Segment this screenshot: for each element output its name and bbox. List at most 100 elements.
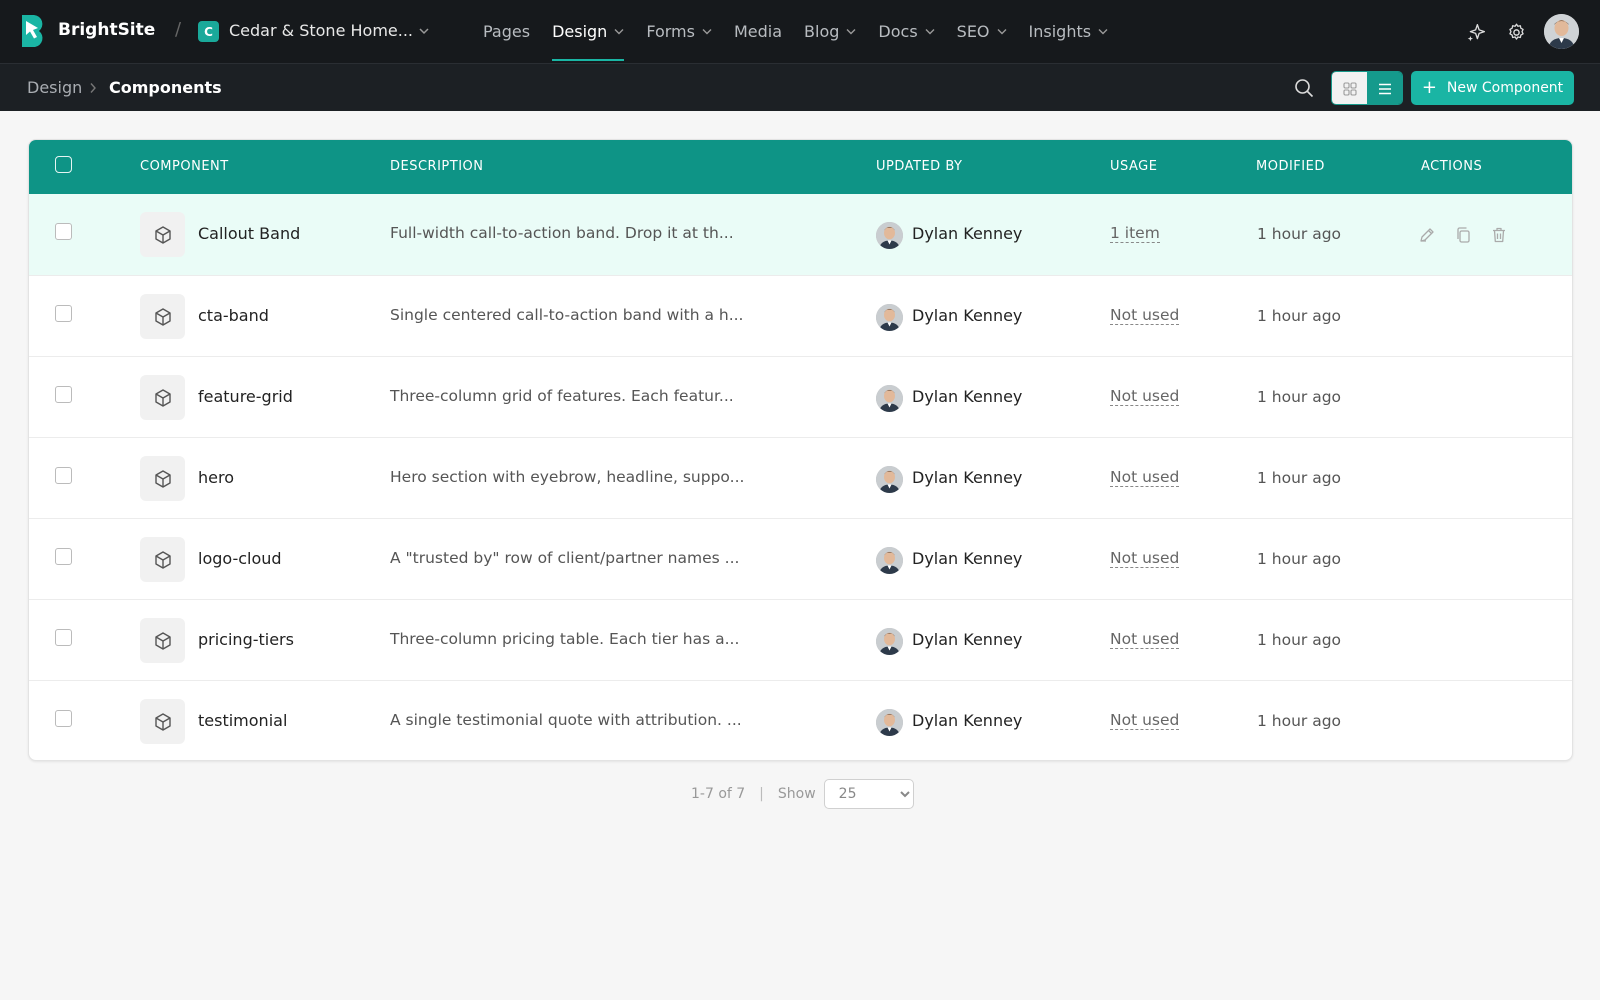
top-bar: BrightSite / C Cedar & Stone Home... Pag… (0, 0, 1600, 63)
nav-item-pages[interactable]: Pages (472, 0, 541, 63)
nav-item-media[interactable]: Media (723, 0, 793, 63)
updated-by-name: Dylan Kenney (912, 387, 1023, 406)
breadcrumb-parent[interactable]: Design (27, 78, 82, 97)
row-checkbox[interactable] (55, 629, 72, 646)
updated-by-name: Dylan Kenney (912, 306, 1023, 325)
list-view-button[interactable] (1367, 72, 1402, 104)
table-row[interactable]: hero Hero section with eyebrow, headline… (29, 437, 1572, 518)
pagination: 1-7 of 7 | Show 25 (691, 778, 914, 810)
breadcrumb-current: Components (109, 78, 222, 97)
nav-label: Media (733, 22, 783, 41)
cube-icon (154, 550, 171, 569)
component-name[interactable]: hero (198, 468, 234, 487)
chevron-down-icon (1098, 29, 1108, 35)
duplicate-icon[interactable] (1454, 226, 1472, 244)
chevron-down-icon (702, 29, 712, 35)
chevron-down-icon[interactable] (419, 27, 429, 35)
component-name[interactable]: Callout Band (198, 224, 300, 243)
column-header-component[interactable]: COMPONENT (140, 159, 229, 174)
modified-time: 1 hour ago (1257, 550, 1342, 568)
nav-label: Pages (483, 22, 531, 41)
table-row[interactable]: testimonial A single testimonial quote w… (29, 680, 1572, 760)
grid-view-button[interactable] (1332, 72, 1367, 104)
row-checkbox[interactable] (55, 386, 72, 403)
page-size-select[interactable]: 25 (823, 779, 914, 809)
trash-icon[interactable] (1490, 226, 1508, 244)
site-switcher[interactable]: Cedar & Stone Home... (229, 21, 413, 40)
component-name[interactable]: testimonial (198, 711, 287, 730)
chevron-down-icon (614, 29, 624, 35)
row-checkbox[interactable] (55, 710, 72, 727)
nav-item-blog[interactable]: Blog (793, 0, 867, 63)
user-avatar[interactable] (1544, 14, 1579, 49)
plus-icon: + (1421, 77, 1437, 98)
updated-by-avatar (876, 304, 903, 331)
row-checkbox[interactable] (55, 467, 72, 484)
nav-label: Insights (1028, 22, 1092, 41)
usage-link[interactable]: Not used (1110, 388, 1180, 406)
table-row[interactable]: logo-cloud A "trusted by" row of client/… (29, 518, 1572, 599)
usage-link[interactable]: Not used (1110, 550, 1180, 568)
site-separator: / (175, 19, 182, 40)
component-name[interactable]: cta-band (198, 306, 269, 325)
nav-label: Design (552, 22, 608, 41)
usage-link[interactable]: Not used (1110, 631, 1180, 649)
modified-time: 1 hour ago (1257, 469, 1342, 487)
select-all-checkbox[interactable] (55, 156, 72, 173)
nav-item-docs[interactable]: Docs (867, 0, 945, 63)
row-checkbox[interactable] (55, 305, 72, 322)
nav-item-insights[interactable]: Insights (1018, 0, 1120, 63)
modified-time: 1 hour ago (1257, 631, 1342, 649)
column-header-actions: ACTIONS (1421, 159, 1483, 174)
nav-item-forms[interactable]: Forms (635, 0, 723, 63)
modified-time: 1 hour ago (1257, 388, 1342, 406)
row-checkbox[interactable] (55, 223, 72, 240)
table-row[interactable]: pricing-tiers Three-column pricing table… (29, 599, 1572, 680)
column-header-usage[interactable]: USAGE (1110, 159, 1157, 174)
nav-label: Blog (804, 22, 840, 41)
component-icon-tile (140, 294, 185, 339)
site-badge[interactable]: C (198, 21, 219, 42)
table-row[interactable]: feature-grid Three-column grid of featur… (29, 356, 1572, 437)
cube-icon (154, 712, 171, 731)
updated-by-avatar (876, 385, 903, 412)
cube-icon (154, 307, 171, 326)
table-row[interactable]: Callout Band Full-width call-to-action b… (29, 194, 1572, 275)
sparkle-ai-icon[interactable] (1466, 22, 1487, 43)
edit-icon[interactable] (1418, 226, 1436, 244)
component-description: Hero section with eyebrow, headline, sup… (390, 468, 745, 486)
column-header-modified[interactable]: MODIFIED (1256, 159, 1325, 174)
nav-item-design[interactable]: Design (541, 0, 635, 63)
nav-item-seo[interactable]: SEO (946, 0, 1018, 63)
component-description: A single testimonial quote with attribut… (390, 711, 742, 729)
gear-icon[interactable] (1506, 22, 1527, 43)
component-name[interactable]: pricing-tiers (198, 630, 294, 649)
chevron-down-icon (846, 29, 856, 35)
component-icon-tile (140, 212, 185, 257)
component-icon-tile (140, 456, 185, 501)
column-header-description[interactable]: DESCRIPTION (390, 159, 484, 174)
component-name[interactable]: feature-grid (198, 387, 293, 406)
usage-link[interactable]: 1 item (1110, 225, 1160, 243)
component-name[interactable]: logo-cloud (198, 549, 282, 568)
usage-link[interactable]: Not used (1110, 469, 1180, 487)
new-component-label: New Component (1446, 80, 1564, 96)
chevron-down-icon (925, 29, 935, 35)
component-icon-tile (140, 537, 185, 582)
row-checkbox[interactable] (55, 548, 72, 565)
column-header-updated-by[interactable]: UPDATED BY (876, 159, 962, 174)
brand-name[interactable]: BrightSite (58, 20, 155, 40)
new-component-button[interactable]: + New Component (1411, 71, 1574, 105)
updated-by-name: Dylan Kenney (912, 711, 1023, 730)
usage-link[interactable]: Not used (1110, 712, 1180, 730)
brightsite-logo-icon[interactable] (20, 15, 46, 47)
table-row[interactable]: cta-band Single centered call-to-action … (29, 275, 1572, 356)
usage-link[interactable]: Not used (1110, 307, 1180, 325)
component-description: Full-width call-to-action band. Drop it … (390, 224, 734, 242)
component-icon-tile (140, 618, 185, 663)
updated-by-avatar (876, 466, 903, 493)
updated-by-avatar (876, 547, 903, 574)
grid-icon (1342, 82, 1357, 96)
component-description: Three-column grid of features. Each feat… (390, 387, 734, 405)
search-icon[interactable] (1294, 78, 1314, 98)
